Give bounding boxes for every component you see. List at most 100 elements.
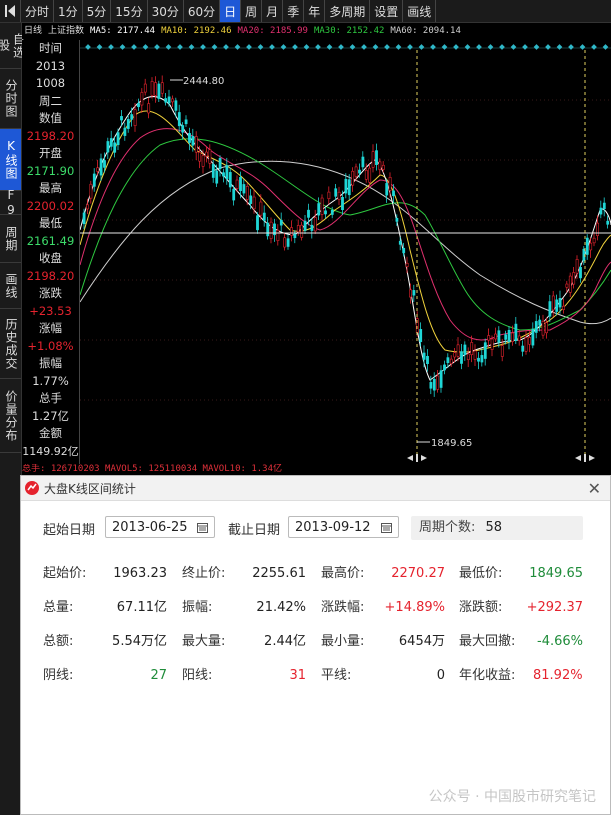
- stat-value: 2270.27: [391, 566, 445, 581]
- back-to-start-icon[interactable]: [0, 0, 21, 22]
- watermark: 公众号 · 中国股市研究笔记: [428, 789, 596, 805]
- ma-legend-bar: 日线 上证指数 MA5: 2177.44 MA10: 2192.46 MA20: 218…: [22, 23, 611, 39]
- tab-0[interactable]: 分时: [21, 0, 55, 22]
- period-count-label: 周期个数:: [419, 520, 476, 535]
- candle-body: [303, 220, 307, 231]
- high-value: 2200.02: [26, 198, 75, 213]
- candle-body: [565, 283, 569, 288]
- tab-4[interactable]: 30分: [148, 0, 184, 22]
- candle-body: [422, 352, 426, 360]
- candle-body: [143, 83, 147, 93]
- candle-body: [361, 156, 365, 168]
- candle-body: [86, 204, 89, 210]
- candle-body: [500, 345, 504, 357]
- candle-body: [211, 164, 215, 178]
- nav-item-0[interactable]: 自选股: [0, 23, 26, 69]
- candle-body: [228, 172, 232, 188]
- value-label: 数值: [39, 111, 62, 125]
- candle-body: [235, 179, 239, 189]
- pct-label: 涨幅: [39, 321, 62, 335]
- tab-13[interactable]: 画线: [403, 0, 437, 22]
- candle-body: [477, 357, 480, 362]
- nav-item-5[interactable]: 画线: [0, 263, 21, 309]
- stat-label: 终止价:: [182, 566, 226, 581]
- candle-body: [330, 209, 334, 215]
- close-icon[interactable]: ✕: [588, 479, 601, 498]
- candle-body: [347, 179, 351, 196]
- calendar-icon[interactable]: [381, 522, 392, 533]
- stat-label: 阴线:: [43, 668, 74, 683]
- candle-body: [371, 151, 375, 168]
- pct-value: +1.08%: [27, 338, 74, 353]
- nav-item-6[interactable]: 历史成交: [0, 309, 21, 379]
- candle-body: [521, 345, 525, 352]
- candle-body: [531, 328, 535, 346]
- candle-body: [89, 183, 93, 199]
- open-value: 2171.90: [26, 163, 75, 178]
- range-stats-dialog: 大盘K线区间统计 ✕ 起始日期 2013-06-25 截止日期 2013-09-…: [20, 475, 611, 815]
- stat-label: 涨跌幅:: [321, 600, 365, 615]
- stat-value: 27: [150, 668, 167, 683]
- candle-body: [171, 98, 174, 103]
- nav-item-4[interactable]: 周期: [0, 215, 21, 263]
- nav-item-1[interactable]: 分时图: [0, 69, 21, 129]
- candle-body: [398, 240, 402, 245]
- calendar-icon[interactable]: [197, 522, 208, 533]
- kline-chart[interactable]: 2444.80 1849.65: [80, 40, 611, 464]
- nav-item-7[interactable]: 价量分布: [0, 379, 21, 453]
- candle-body: [276, 229, 280, 241]
- stat-label: 总额:: [43, 634, 74, 649]
- low-price-mark: 1849.65: [431, 438, 472, 449]
- end-date-value: 2013-09-12: [295, 520, 371, 535]
- tab-8[interactable]: 月: [262, 0, 284, 22]
- candle-body: [245, 185, 249, 200]
- candle-body: [341, 197, 344, 211]
- candle-body: [256, 215, 259, 231]
- candle-body: [279, 219, 283, 226]
- period-tabs: 分时 1分 5分 15分 30分 60分日周月季年多周期 设置 画线: [21, 0, 437, 22]
- candle-body: [497, 330, 501, 343]
- tab-7[interactable]: 周: [241, 0, 263, 22]
- candle-body: [439, 370, 443, 388]
- tab-9[interactable]: 季: [283, 0, 305, 22]
- stat-label: 最大量:: [182, 634, 226, 649]
- amount-label: 金额: [39, 426, 62, 440]
- tab-6[interactable]: 日: [220, 0, 242, 22]
- candle-body: [392, 190, 395, 197]
- candle-body: [551, 295, 555, 311]
- candle-body: [133, 109, 137, 126]
- nav-item-3[interactable]: F9: [0, 188, 21, 218]
- candle-body: [167, 96, 171, 104]
- candle-body: [130, 114, 134, 120]
- candle-body: [490, 338, 494, 350]
- nav-item-2[interactable]: K线图: [0, 129, 21, 191]
- start-date-picker[interactable]: 2013-06-25: [105, 516, 215, 538]
- tab-1[interactable]: 1分: [54, 0, 83, 22]
- tab-10[interactable]: 年: [304, 0, 326, 22]
- stat-item: 最大量: 2.44亿: [182, 632, 306, 652]
- candle-body: [432, 378, 436, 391]
- date-value: 1008: [35, 76, 66, 90]
- tab-12[interactable]: 设置: [370, 0, 404, 22]
- end-date-picker[interactable]: 2013-09-12: [288, 516, 399, 538]
- tab-11[interactable]: 多周期: [325, 0, 371, 22]
- low-value: 2161.49: [26, 233, 75, 248]
- candle-body: [436, 375, 440, 390]
- stat-value: +292.37: [526, 600, 583, 615]
- candle-body: [310, 224, 314, 231]
- candle-body: [225, 165, 229, 180]
- candle-body: [562, 305, 565, 310]
- ma5-value: MA5: 2177.44: [90, 26, 156, 36]
- stat-label: 总量:: [43, 600, 74, 615]
- tab-2[interactable]: 5分: [83, 0, 112, 22]
- stat-item: 终止价: 2255.61: [182, 564, 306, 584]
- left-vertical-nav: 自选股 分时图 K线图 F9 周期 画线 历史成交 价量分布: [0, 23, 26, 815]
- app-logo-icon: [25, 481, 39, 495]
- candle-body: [585, 237, 589, 255]
- candle-body: [239, 177, 242, 192]
- candle-body: [320, 197, 324, 215]
- period-count-box: 周期个数: 58: [411, 516, 583, 540]
- stat-item: 最小量: 6454万: [321, 632, 445, 652]
- tab-3[interactable]: 15分: [111, 0, 148, 22]
- tab-5[interactable]: 60分: [184, 0, 221, 22]
